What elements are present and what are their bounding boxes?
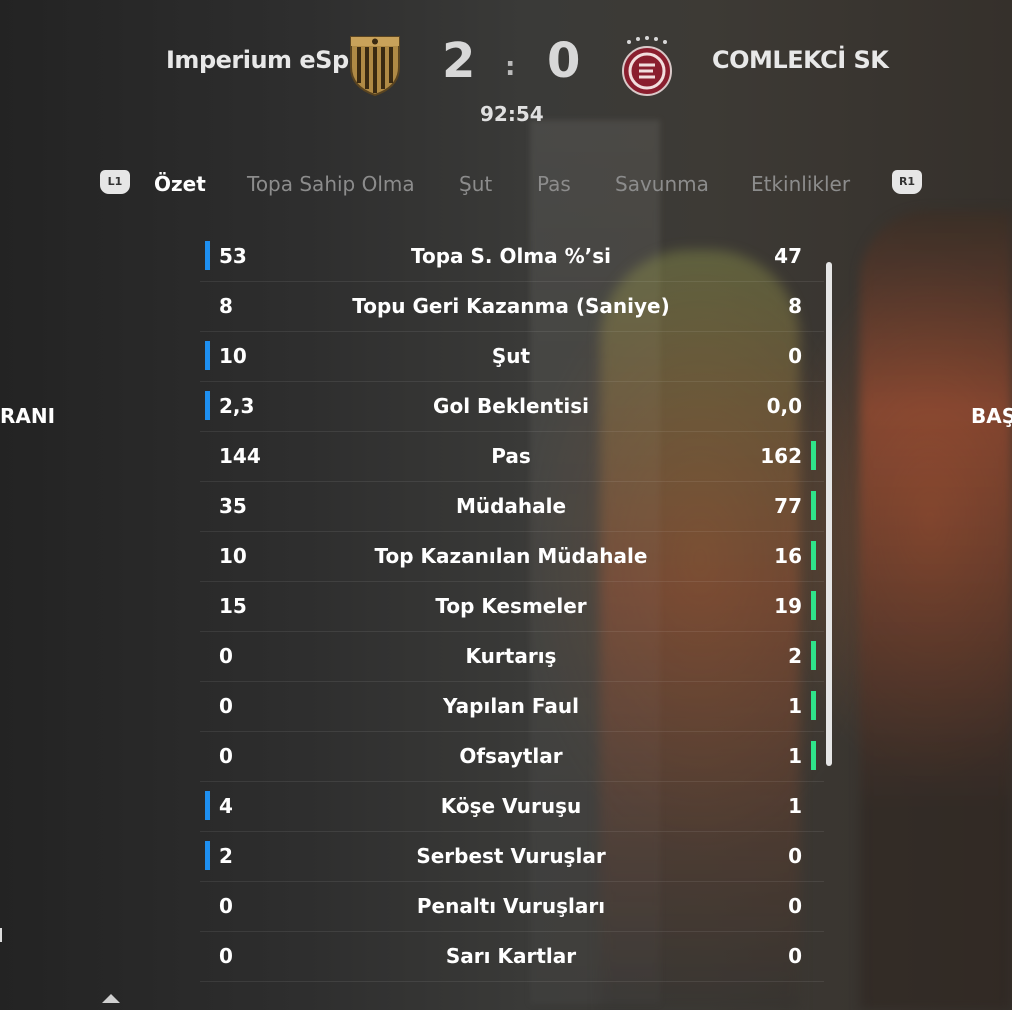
stat-row: 10 Top Kazanılan Müdahale 16 [200, 532, 824, 582]
away-stat-value: 1 [788, 794, 802, 818]
stat-row: 8 Topu Geri Kazanma (Saniye) 8 [200, 282, 824, 332]
stat-label: Top Kazanılan Müdahale [374, 544, 648, 568]
away-leader-indicator [811, 441, 816, 470]
stat-row: 0 Yapılan Faul 1 [200, 682, 824, 732]
tab-defense[interactable]: Savunma [615, 172, 709, 196]
tab-passes[interactable]: Pas [537, 172, 571, 196]
tab-events[interactable]: Etkinlikler [751, 172, 850, 196]
away-leader-indicator [811, 491, 816, 520]
stat-row: 15 Top Kesmeler 19 [200, 582, 824, 632]
away-leader-indicator [811, 541, 816, 570]
tab-possession[interactable]: Topa Sahip Olma [247, 172, 415, 196]
away-stat-value: 47 [774, 244, 802, 268]
away-stat-value: 1 [788, 694, 802, 718]
side-marker [0, 928, 2, 942]
stat-label: Sarı Kartlar [445, 944, 577, 968]
stat-label: Yapılan Faul [443, 694, 579, 718]
background-figure [860, 210, 1012, 1010]
scoreboard-header: Imperium eSp 2 : 0 COMLEKCİ SK 92:54 [0, 0, 1012, 140]
away-stat-value: 2 [788, 644, 802, 668]
stat-row: 144 Pas 162 [200, 432, 824, 482]
stat-row: 53 Topa S. Olma %’si 47 [200, 232, 824, 282]
away-stat-value: 19 [774, 594, 802, 618]
stat-label: Pas [491, 444, 531, 468]
stat-row: 2,3 Gol Beklentisi 0,0 [200, 382, 824, 432]
stat-label: Müdahale [455, 494, 567, 518]
stat-label: Köşe Vuruşu [440, 794, 582, 818]
away-leader-indicator [811, 691, 816, 720]
away-stat-value: 77 [774, 494, 802, 518]
stat-label: Ofsaytlar [459, 744, 563, 768]
stat-row: 10 Şut 0 [200, 332, 824, 382]
away-score: 0 [547, 33, 581, 89]
stat-label: Penaltı Vuruşları [416, 894, 606, 918]
stat-row: 0 Penaltı Vuruşları 0 [200, 882, 824, 932]
stat-row: 35 Müdahale 77 [200, 482, 824, 532]
away-stat-value: 162 [760, 444, 802, 468]
striped-shield-crest-icon [350, 36, 400, 97]
r1-button-icon[interactable]: R1 [892, 170, 922, 194]
away-stat-value: 0 [788, 844, 802, 868]
away-stat-value: 0 [788, 944, 802, 968]
stat-row: 0 Ofsaytlar 1 [200, 732, 824, 782]
tab-summary[interactable]: Özet [154, 172, 206, 196]
away-stat-value: 0 [788, 894, 802, 918]
stats-tab-bar: L1 Özet Topa Sahip Olma Şut Pas Savunma … [0, 168, 1012, 204]
away-stat-value: 8 [788, 294, 802, 318]
away-stat-value: 1 [788, 744, 802, 768]
stat-row: 2 Serbest Vuruşlar 0 [200, 832, 824, 882]
away-leader-indicator [811, 741, 816, 770]
stat-label: Serbest Vuruşlar [416, 844, 606, 868]
away-stat-value: 0 [788, 344, 802, 368]
stat-label: Topa S. Olma %’si [410, 244, 612, 268]
l1-button-icon[interactable]: L1 [100, 170, 130, 194]
stat-row: 0 Kurtarış 2 [200, 632, 824, 682]
stat-row: 4 Köşe Vuruşu 1 [200, 782, 824, 832]
match-clock: 92:54 [480, 102, 544, 126]
away-leader-indicator [811, 591, 816, 620]
stat-label: Şut [491, 344, 531, 368]
stat-label: Top Kesmeler [435, 594, 587, 618]
right-panel-label[interactable]: BAŞ [971, 404, 1012, 428]
stat-row: 0 Sarı Kartlar 0 [200, 932, 824, 982]
tab-shots[interactable]: Şut [459, 172, 492, 196]
stat-label: Topu Geri Kazanma (Saniye) [352, 294, 670, 318]
home-score: 2 [442, 33, 476, 89]
away-team-name: COMLEKCİ SK [712, 46, 889, 74]
score-separator: : [505, 52, 516, 82]
stats-table: 53 Topa S. Olma %’si 47 8 Topu Geri Kazanma … [200, 232, 824, 982]
away-leader-indicator [811, 641, 816, 670]
left-panel-label[interactable]: RANI [0, 404, 55, 428]
stat-label: Kurtarış [465, 644, 557, 668]
away-stat-value: 16 [774, 544, 802, 568]
caret-up-icon [102, 994, 120, 1003]
round-star-crest-icon [622, 36, 672, 96]
scrollbar-thumb[interactable] [826, 262, 832, 766]
home-team-name: Imperium eSp [166, 46, 349, 74]
stat-label: Gol Beklentisi [433, 394, 589, 418]
away-stat-value: 0,0 [766, 394, 802, 418]
